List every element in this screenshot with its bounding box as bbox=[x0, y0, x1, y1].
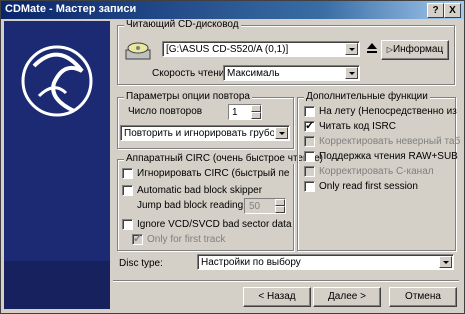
next-button[interactable]: Далее > bbox=[313, 287, 381, 307]
ignore-circ-label: Игнорировать CIRC (быстрый пе bbox=[137, 168, 290, 179]
reader-group-label: Читающий CD-дисковод bbox=[124, 19, 241, 30]
fix-toc-label: Корректировать неверный таб bbox=[319, 136, 461, 147]
cd-drive-icon bbox=[125, 42, 151, 60]
drive-select[interactable]: [G:\ASUS CD-S520/A (0,1)] bbox=[162, 41, 360, 57]
retry-group: Параметры опции повтора Число повторов 1… bbox=[117, 91, 294, 149]
jump-label: Jump bad block reading bbox=[137, 200, 244, 211]
chevron-down-icon[interactable] bbox=[439, 256, 452, 268]
only-first-track-checkbox[interactable] bbox=[132, 232, 143, 245]
wizard-side-graphic bbox=[4, 21, 110, 309]
only-first-session-checkbox[interactable] bbox=[304, 181, 315, 192]
spin-down-icon[interactable] bbox=[251, 112, 261, 119]
retry-mode-select[interactable]: Повторить и игнорировать грубое bbox=[120, 125, 290, 141]
eject-icon[interactable] bbox=[366, 41, 378, 55]
retry-count-spinner[interactable]: 1 bbox=[228, 104, 262, 120]
cancel-button[interactable]: Отмена bbox=[389, 287, 457, 307]
hw-circ-group-label: Аппаратный CIRC (очень быстрое чтение) bbox=[124, 153, 325, 164]
auto-skip-checkbox[interactable] bbox=[122, 185, 133, 196]
window-title: CDMate - Мастер записи bbox=[5, 3, 137, 15]
only-first-track-label: Only for first track bbox=[147, 234, 226, 245]
speed-select[interactable]: Максималь bbox=[223, 65, 360, 81]
chevron-down-icon[interactable] bbox=[345, 43, 358, 55]
read-isrc-label: Читать код ISRC bbox=[319, 121, 396, 132]
cd-logo-icon bbox=[4, 21, 110, 309]
on-the-fly-checkbox[interactable] bbox=[304, 106, 315, 117]
retry-group-label: Параметры опции повтора bbox=[124, 91, 252, 102]
spin-up-icon[interactable] bbox=[251, 105, 261, 112]
fix-toc-checkbox[interactable] bbox=[304, 136, 315, 147]
only-first-session-label: Only read first session bbox=[319, 181, 418, 192]
ignore-circ-checkbox[interactable] bbox=[122, 168, 133, 179]
auto-skip-label: Automatic bad block skipper bbox=[137, 185, 263, 196]
read-isrc-checkbox[interactable] bbox=[304, 119, 315, 132]
wizard-window: CDMate - Мастер записи ? X Читающий CD-д… bbox=[0, 0, 465, 314]
chevron-down-icon[interactable] bbox=[345, 67, 358, 79]
retry-count-label: Число повторов bbox=[128, 106, 203, 117]
raw-sub-label: Поддержка чтения RAW+SUB bbox=[319, 151, 458, 162]
close-button[interactable]: X bbox=[444, 3, 461, 18]
fix-c-channel-label: Корректировать С-канал bbox=[319, 166, 434, 177]
extra-functions-group: Дополнительные функции На лету (Непосред… bbox=[297, 91, 460, 251]
title-bar[interactable]: CDMate - Мастер записи ? X bbox=[1, 1, 464, 19]
disc-type-select[interactable]: Настройки по выбору bbox=[197, 254, 454, 270]
divider bbox=[113, 280, 459, 282]
info-button[interactable]: ▷Информац bbox=[381, 40, 449, 60]
ignore-vcd-label: Ignore VCD/SVCD bad sector data bbox=[137, 219, 292, 230]
reader-group: Читающий CD-дисковод [G:\ASUS CD-S520/A … bbox=[117, 19, 455, 85]
chevron-down-icon[interactable] bbox=[275, 127, 288, 139]
extra-group-label: Дополнительные функции bbox=[304, 91, 430, 102]
raw-sub-checkbox[interactable] bbox=[304, 151, 315, 162]
ignore-vcd-checkbox[interactable] bbox=[122, 219, 133, 230]
spin-up-icon[interactable] bbox=[275, 199, 285, 206]
hw-circ-group: Аппаратный CIRC (очень быстрое чтение) И… bbox=[117, 153, 325, 251]
help-button[interactable]: ? bbox=[427, 3, 444, 18]
jump-spinner[interactable]: 50 bbox=[244, 198, 286, 214]
back-button[interactable]: < Назад bbox=[243, 287, 311, 307]
disc-type-label: Disc type: bbox=[119, 258, 163, 269]
speed-label: Скорость чтения bbox=[152, 68, 230, 79]
fix-c-channel-checkbox[interactable] bbox=[304, 166, 315, 177]
spin-down-icon[interactable] bbox=[275, 206, 285, 213]
on-the-fly-label: На лету (Непосредственно из bbox=[319, 106, 457, 117]
